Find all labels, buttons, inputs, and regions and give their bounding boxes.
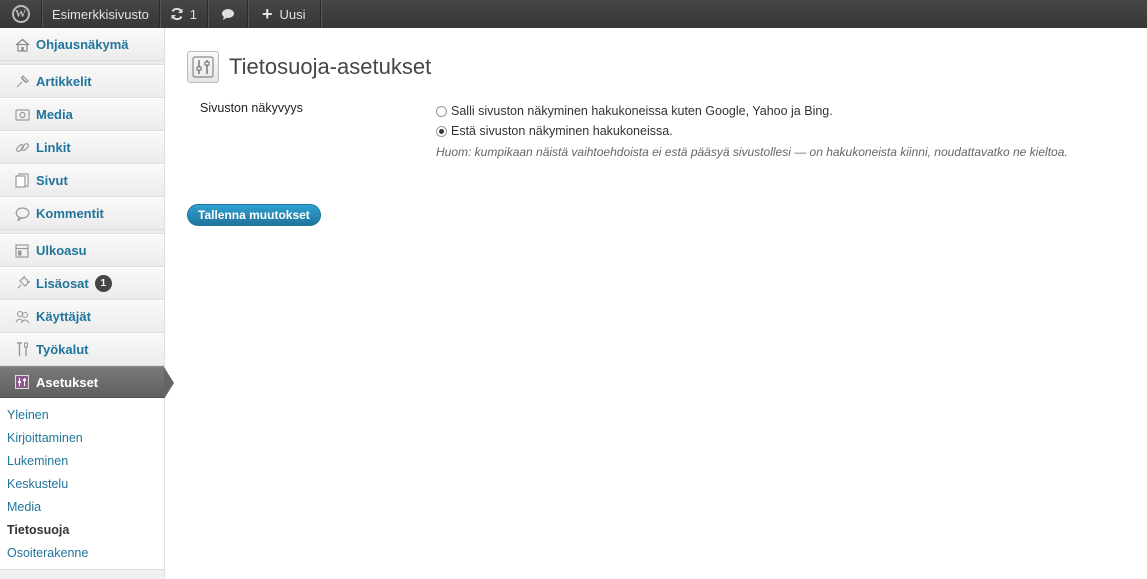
- menu-item-tools[interactable]: Työkalut: [0, 333, 164, 366]
- block-indexing-radio[interactable]: [436, 125, 447, 137]
- menu-item-plugins[interactable]: Lisäosat 1: [0, 267, 164, 300]
- main-content: Tietosuoja-asetukset Sivuston näkyvyys S…: [165, 28, 1147, 579]
- menu-item-comments[interactable]: Kommentit: [0, 197, 164, 230]
- wordpress-icon: W: [11, 5, 30, 23]
- menu-item-appearance[interactable]: Ulkoasu: [0, 234, 164, 267]
- menu-item-posts[interactable]: Artikkelit: [0, 65, 164, 98]
- link-icon: [14, 140, 30, 156]
- updates-button[interactable]: 1: [160, 0, 209, 28]
- block-indexing-label: Estä sivuston näkyminen hakukoneissa.: [451, 124, 673, 138]
- home-icon: [14, 37, 30, 53]
- page-title: Tietosuoja-asetukset: [229, 54, 432, 79]
- tools-icon: [14, 342, 30, 358]
- menu-item-label: Media: [36, 107, 73, 122]
- submenu-item-writing[interactable]: Kirjoittaminen: [0, 427, 164, 450]
- menu-item-label: Työkalut: [36, 342, 89, 357]
- plus-icon: +: [262, 4, 273, 24]
- menu-item-links[interactable]: Linkit: [0, 131, 164, 164]
- submenu-item-discussion[interactable]: Keskustelu: [0, 473, 164, 496]
- allow-indexing-label: Salli sivuston näkyminen hakukoneissa ku…: [451, 104, 833, 118]
- menu-item-label: Kommentit: [36, 206, 104, 221]
- users-icon: [14, 309, 30, 325]
- visibility-note: Huom: kumpikaan näistä vaihtoehdoista ei…: [436, 145, 1068, 159]
- menu-item-label: Artikkelit: [36, 74, 92, 89]
- save-changes-button[interactable]: Tallenna muutokset: [187, 204, 321, 226]
- comment-bubble-icon: [221, 8, 234, 20]
- menu-item-label: Ulkoasu: [36, 243, 87, 258]
- new-content-button[interactable]: + Uusi: [248, 0, 321, 28]
- menu-item-dashboard[interactable]: Ohjausnäkymä: [0, 28, 164, 61]
- allow-indexing-option[interactable]: Salli sivuston näkyminen hakukoneissa ku…: [436, 101, 1147, 121]
- menu-item-pages[interactable]: Sivut: [0, 164, 164, 197]
- site-name-link[interactable]: Esimerkkisivusto: [42, 0, 160, 28]
- menu-item-users[interactable]: Käyttäjät: [0, 300, 164, 333]
- menu-item-label: Ohjausnäkymä: [36, 37, 129, 52]
- settings-page-icon: [187, 51, 219, 83]
- wordpress-logo-button[interactable]: W: [0, 0, 42, 28]
- comments-button[interactable]: [208, 0, 249, 28]
- refresh-icon: [171, 7, 183, 21]
- admin-bar: W Esimerkkisivusto 1 + Uusi: [0, 0, 1147, 28]
- new-content-label: Uusi: [279, 6, 306, 22]
- submenu-item-general[interactable]: Yleinen: [0, 404, 164, 427]
- appearance-icon: [14, 243, 30, 259]
- plugin-update-badge: 1: [94, 275, 112, 292]
- submenu-item-permalinks[interactable]: Osoiterakenne: [0, 542, 164, 565]
- settings-submenu: Yleinen Kirjoittaminen Lukeminen Keskust…: [0, 398, 164, 570]
- pages-icon: [14, 173, 30, 189]
- comment-icon: [14, 206, 30, 222]
- visibility-options: Salli sivuston näkyminen hakukoneissa ku…: [436, 101, 1147, 159]
- submenu-item-media[interactable]: Media: [0, 496, 164, 519]
- visibility-label: Sivuston näkyvyys: [200, 101, 303, 115]
- pin-icon: [14, 74, 30, 90]
- updates-count: 1: [189, 6, 198, 22]
- menu-item-label: Lisäosat: [36, 276, 89, 291]
- menu-item-settings[interactable]: Asetukset: [0, 366, 174, 399]
- admin-sidebar: Ohjausnäkymä Artikkelit Media Linkit Siv…: [0, 28, 174, 579]
- submenu-item-privacy[interactable]: Tietosuoja: [0, 519, 164, 542]
- menu-item-label: Sivut: [36, 173, 68, 188]
- plugin-icon: [14, 276, 30, 292]
- settings-icon: [14, 374, 30, 390]
- menu-item-media[interactable]: Media: [0, 98, 164, 131]
- menu-item-label: Käyttäjät: [36, 309, 91, 324]
- media-icon: [14, 107, 30, 123]
- block-indexing-option[interactable]: Estä sivuston näkyminen hakukoneissa.: [436, 121, 1147, 141]
- site-name-label: Esimerkkisivusto: [52, 6, 149, 22]
- allow-indexing-radio[interactable]: [436, 105, 447, 117]
- page-header: Tietosuoja-asetukset: [187, 51, 431, 83]
- menu-item-label: Asetukset: [36, 374, 99, 390]
- menu-item-label: Linkit: [36, 140, 71, 155]
- submenu-item-reading[interactable]: Lukeminen: [0, 450, 164, 473]
